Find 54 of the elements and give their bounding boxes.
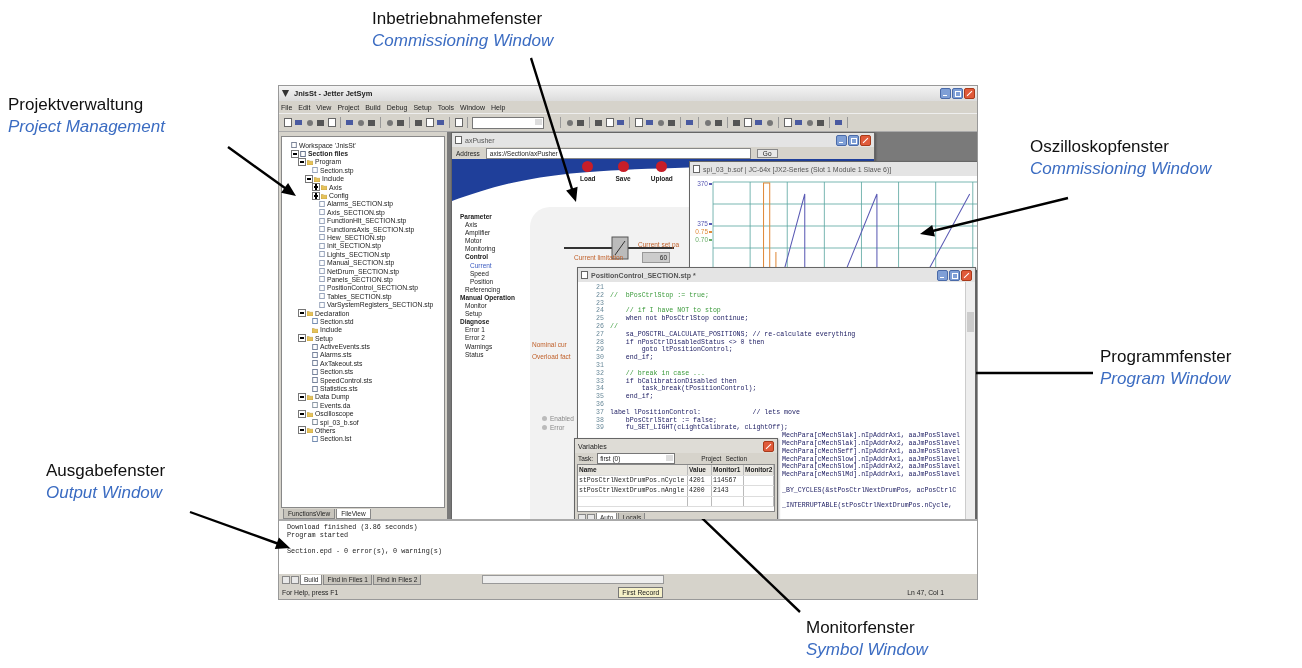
scrollbar[interactable] bbox=[482, 575, 665, 584]
file-icon bbox=[312, 435, 318, 442]
callout-title: Inbetriebnahmefenster bbox=[372, 8, 544, 30]
expander-icon[interactable] bbox=[312, 191, 320, 200]
callout-subtitle: Symbol Window bbox=[806, 639, 928, 661]
expander-icon[interactable] bbox=[291, 149, 299, 158]
scroll-right-button[interactable] bbox=[587, 513, 595, 519]
callout-subtitle: Output Window bbox=[46, 482, 164, 504]
expander-icon[interactable] bbox=[298, 392, 306, 401]
maximize-button[interactable] bbox=[949, 269, 960, 281]
maximize-button[interactable] bbox=[952, 88, 963, 99]
callout-subtitle: Commissioning Window bbox=[1030, 158, 1212, 180]
expander-icon[interactable] bbox=[298, 334, 306, 343]
folder-icon bbox=[307, 410, 313, 417]
callout-subtitle: Program Window bbox=[1100, 368, 1232, 390]
callout-title: Projektverwaltung bbox=[8, 94, 145, 116]
expander-icon[interactable] bbox=[298, 157, 306, 166]
scroll-left-button[interactable] bbox=[282, 575, 290, 584]
callout-subtitle: Commissioning Window bbox=[372, 30, 554, 52]
callout-title: Oszilloskopfenster bbox=[1030, 136, 1170, 158]
expander-icon[interactable] bbox=[298, 426, 306, 435]
file-icon bbox=[312, 402, 318, 409]
callout-subtitle: Project Management bbox=[8, 116, 165, 138]
scrollbar[interactable] bbox=[965, 282, 975, 519]
file-icon bbox=[312, 167, 318, 174]
folder-icon bbox=[307, 158, 313, 165]
close-button[interactable] bbox=[763, 440, 774, 452]
folder-icon bbox=[307, 310, 313, 316]
folder-icon bbox=[307, 393, 313, 400]
expander-icon[interactable] bbox=[312, 183, 320, 192]
combo-field[interactable] bbox=[472, 116, 544, 129]
expander-icon[interactable] bbox=[298, 309, 306, 317]
document-icon bbox=[455, 136, 462, 144]
file-icon bbox=[312, 318, 318, 325]
document-icon bbox=[581, 271, 588, 279]
callout-title: Programmfenster bbox=[1100, 346, 1232, 368]
document-icon bbox=[693, 165, 700, 173]
minimize-button[interactable] bbox=[836, 134, 847, 146]
minimize-button[interactable] bbox=[940, 88, 951, 99]
file-icon bbox=[312, 419, 318, 426]
pointer-arrow bbox=[227, 146, 296, 196]
minimize-button[interactable] bbox=[937, 269, 948, 281]
close-button[interactable] bbox=[961, 269, 972, 281]
callout-title: Monitorfenster bbox=[806, 617, 916, 639]
maximize-button[interactable] bbox=[848, 134, 859, 146]
scroll-right-button[interactable] bbox=[291, 575, 299, 584]
expander-icon[interactable] bbox=[298, 409, 306, 418]
expander-icon[interactable] bbox=[305, 174, 313, 183]
close-button[interactable] bbox=[860, 134, 871, 146]
scroll-left-button[interactable] bbox=[578, 513, 586, 519]
app-logo-icon bbox=[281, 89, 290, 98]
folder-icon bbox=[307, 427, 313, 434]
callout-title: Ausgabefenster bbox=[46, 460, 166, 482]
close-button[interactable] bbox=[964, 88, 975, 99]
